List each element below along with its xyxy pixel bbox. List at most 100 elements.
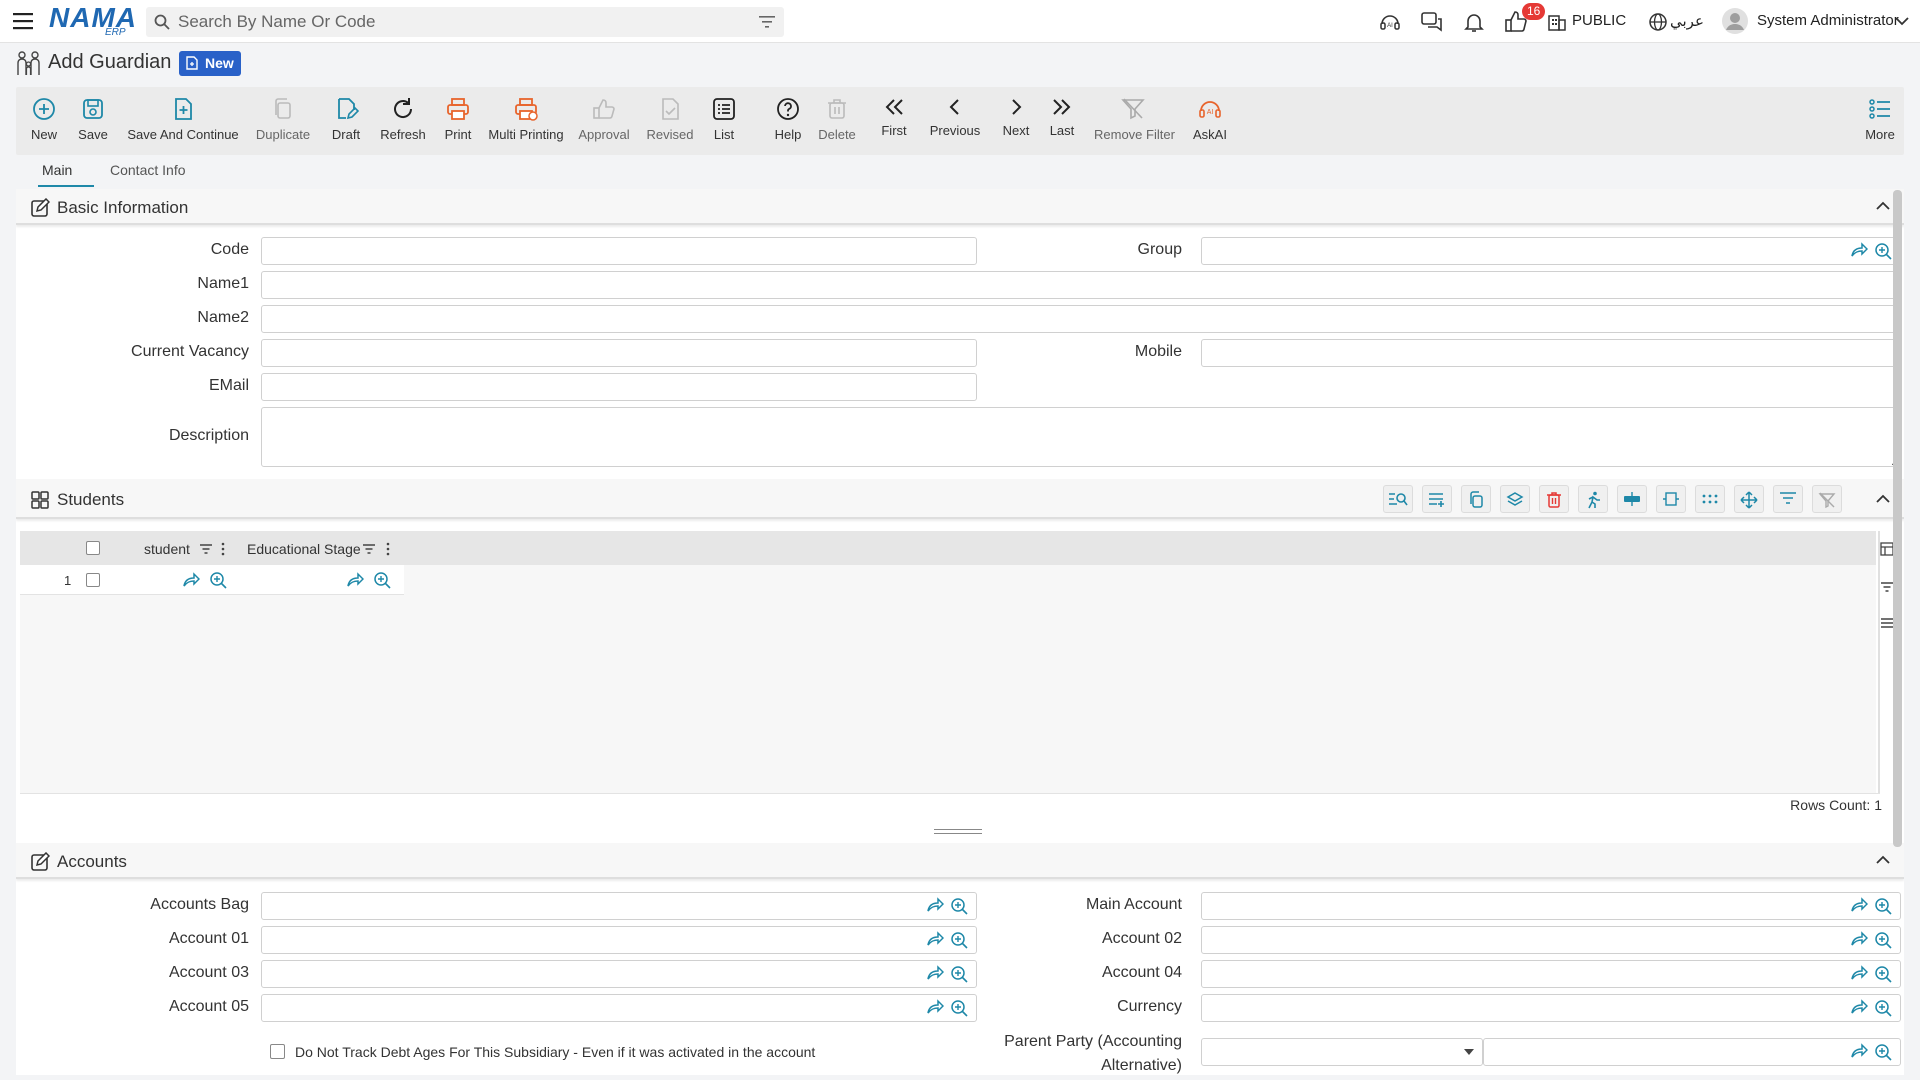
description-field[interactable] [261,407,1901,467]
basic-information-header[interactable]: Basic Information [16,189,1904,225]
account-04-field[interactable] [1201,960,1901,988]
search-plus-icon[interactable] [1874,965,1892,983]
nama-erp-logo[interactable]: NAMA ERP [49,4,136,39]
search-plus-icon[interactable] [373,571,391,589]
menu-lines-icon[interactable] [1880,617,1894,629]
print-button[interactable]: Print [440,87,476,155]
grid-move-button[interactable] [1734,485,1764,513]
search-plus-icon[interactable] [1874,1043,1892,1061]
chat-icon[interactable] [1420,10,1444,34]
chevron-up-icon[interactable] [1876,199,1890,213]
save-and-continue-button[interactable]: Save And Continue [126,87,240,155]
account-02-field[interactable] [1201,926,1901,954]
chevron-up-icon[interactable] [1876,492,1890,506]
draft-button[interactable]: Draft [326,87,366,155]
accounts-bag-field[interactable] [261,892,977,920]
column-filter-icon[interactable] [362,543,376,555]
search-plus-icon[interactable] [950,931,968,949]
grid-dots-button[interactable] [1695,485,1725,513]
remove-filter-button[interactable]: Remove Filter [1094,87,1175,155]
column-header-educational-stage[interactable]: Educational Stage [247,541,361,557]
share-arrow-icon[interactable] [1850,931,1868,947]
share-arrow-icon[interactable] [346,572,364,588]
row-checkbox[interactable] [86,573,100,587]
grid-search-button[interactable] [1383,485,1413,513]
multi-printing-button[interactable]: Multi Printing [488,87,564,155]
user-name[interactable]: System Administrator [1757,12,1899,29]
building-icon[interactable] [1547,12,1567,32]
resize-grip[interactable] [934,829,982,834]
main-account-field[interactable] [1201,892,1901,920]
approval-button[interactable]: Approval [576,87,632,155]
chevron-up-icon[interactable] [1876,853,1890,867]
branch-label[interactable]: PUBLIC [1572,12,1626,29]
grid-add-row-button[interactable] [1422,485,1452,513]
tab-main[interactable]: Main [42,162,72,178]
page-scrollbar[interactable] [1893,190,1902,847]
list-button[interactable]: List [708,87,740,155]
bell-icon[interactable] [1462,10,1486,34]
do-not-track-debt-label[interactable]: Do Not Track Debt Ages For This Subsidia… [295,1044,815,1060]
share-arrow-icon[interactable] [1850,1043,1868,1059]
ai-assistant-icon[interactable]: AI [1378,10,1402,34]
account-05-field[interactable] [261,994,977,1022]
filter-panel-icon[interactable] [1880,581,1894,593]
share-arrow-icon[interactable] [182,572,200,588]
hamburger-menu-icon[interactable] [12,11,34,31]
language-switch[interactable]: عربي [1670,12,1704,30]
share-arrow-icon[interactable] [926,999,944,1015]
chevron-down-icon[interactable] [1895,16,1909,26]
table-row[interactable]: 1 [20,565,404,595]
search-plus-icon[interactable] [1874,999,1892,1017]
search-plus-icon[interactable] [209,571,227,589]
share-arrow-icon[interactable] [1850,242,1868,258]
more-button[interactable]: More [1862,87,1898,155]
name2-field[interactable] [261,305,1901,333]
column-menu-icon[interactable] [221,542,225,556]
share-arrow-icon[interactable] [926,897,944,913]
mobile-field[interactable] [1201,339,1901,367]
parent-party-type-select[interactable] [1201,1038,1483,1066]
accounts-header[interactable]: Accounts [16,843,1904,879]
search-plus-icon[interactable] [1874,242,1892,260]
grid-filter-button[interactable] [1773,485,1803,513]
next-button[interactable]: Next [1000,87,1032,155]
search-plus-icon[interactable] [1874,931,1892,949]
delete-button[interactable]: Delete [816,87,858,155]
new-button[interactable]: New [16,87,72,155]
filter-icon[interactable] [758,15,776,29]
search-input[interactable] [178,7,738,37]
current-vacancy-field[interactable] [261,339,977,367]
share-arrow-icon[interactable] [926,965,944,981]
duplicate-button[interactable]: Duplicate [252,87,314,155]
email-field[interactable] [261,373,977,401]
search-plus-icon[interactable] [950,965,968,983]
grid-copy-button[interactable] [1461,485,1491,513]
currency-field[interactable] [1201,994,1901,1022]
search-plus-icon[interactable] [1874,897,1892,915]
students-header[interactable]: Students [16,479,1904,519]
grid-remove-filter-button[interactable] [1812,485,1842,513]
share-arrow-icon[interactable] [1850,965,1868,981]
parent-party-field[interactable] [1483,1038,1901,1066]
share-arrow-icon[interactable] [1850,897,1868,913]
share-arrow-icon[interactable] [926,931,944,947]
columns-panel-icon[interactable] [1880,542,1894,556]
account-03-field[interactable] [261,960,977,988]
column-menu-icon[interactable] [386,542,390,556]
askai-button[interactable]: AI AskAI [1188,87,1232,155]
select-all-checkbox[interactable] [86,541,100,555]
do-not-track-debt-checkbox[interactable] [270,1044,285,1059]
grid-run-button[interactable] [1578,485,1608,513]
revised-button[interactable]: Revised [644,87,696,155]
grid-insert-row-button[interactable] [1617,485,1647,513]
account-01-field[interactable] [261,926,977,954]
code-field[interactable] [261,237,977,265]
tab-contact-info[interactable]: Contact Info [110,162,186,178]
save-button[interactable]: Save [72,87,114,155]
grid-fit-button[interactable] [1656,485,1686,513]
share-arrow-icon[interactable] [1850,999,1868,1015]
search-plus-icon[interactable] [950,897,968,915]
grid-delete-button[interactable] [1539,485,1569,513]
column-filter-icon[interactable] [199,543,213,555]
